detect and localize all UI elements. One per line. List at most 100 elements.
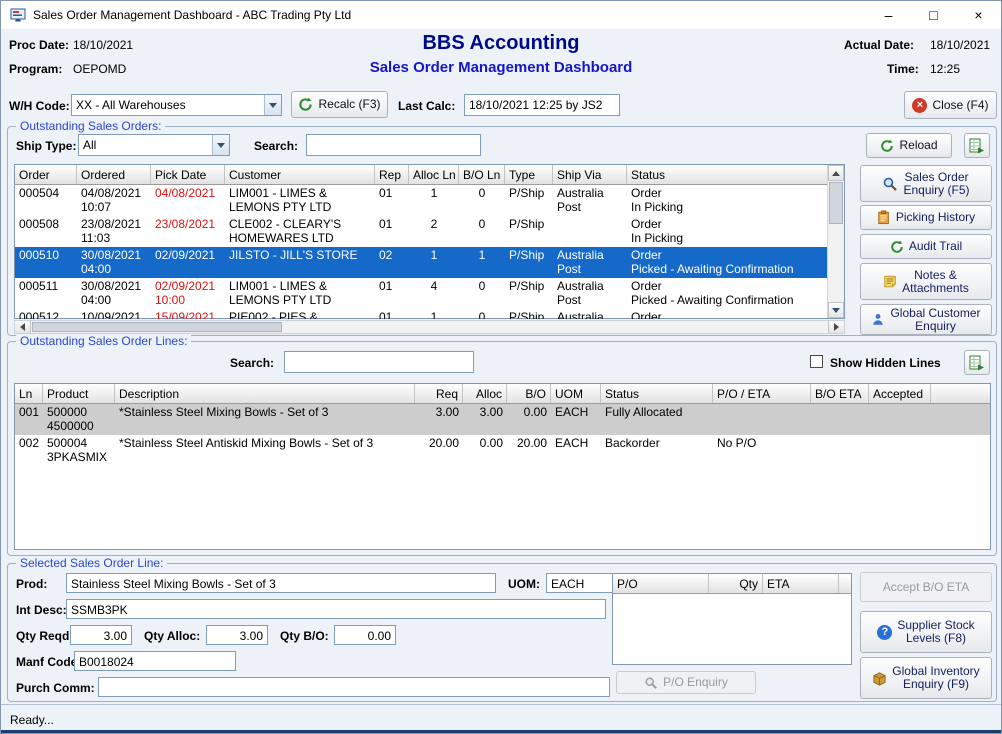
table-row[interactable]: 001500000 4500000*Stainless Steel Mixing… [15,404,990,435]
scroll-track[interactable] [828,181,844,302]
table-cell: 500000 4500000 [43,404,115,435]
table-cell: 002 [15,435,43,466]
table-row[interactable]: 00051030/08/2021 04:0002/09/2021JILSTO -… [15,247,829,278]
note-icon [883,274,897,289]
table-row[interactable]: 002500004 3PKASMIX*Stainless Steel Antis… [15,435,990,466]
column-header[interactable]: Status [601,384,713,403]
green-refresh-icon [880,139,894,153]
column-header[interactable]: Order [15,165,77,184]
column-header[interactable]: ETA [763,574,839,593]
column-header[interactable]: B/O [507,384,551,403]
int-desc-field[interactable]: SSMB3PK [66,599,606,619]
scroll-thumb[interactable] [32,322,282,332]
table-row[interactable]: 00050823/08/2021 11:0323/08/2021CLE002 -… [15,216,829,247]
purch-comm-field[interactable] [98,677,610,697]
minimize-button[interactable]: – [866,1,911,29]
table-row[interactable]: 00050404/08/2021 10:0704/08/2021LIM001 -… [15,185,829,216]
orders-vertical-scrollbar[interactable] [827,165,844,318]
column-header[interactable]: Ordered [77,165,151,184]
picking-history-button[interactable]: Picking History [860,205,992,230]
table-cell: Order Picked - Awaiting Confirmation [627,278,829,309]
button-label: Sales Order Enquiry (F5) [903,171,969,197]
table-row[interactable]: 00051130/08/2021 04:0002/09/2021 10:00LI… [15,278,829,309]
purch-comm-label: Purch Comm: [16,681,95,695]
table-row[interactable]: 00051210/09/2021 04:0015/09/2021PIE002 -… [15,309,829,319]
column-header[interactable]: Status [627,165,829,184]
button-label: P/O Enquiry [663,676,728,689]
column-header[interactable]: Alloc [463,384,507,403]
orders-search-input[interactable] [306,134,481,156]
qty-bo-field[interactable]: 0.00 [334,625,396,645]
column-header[interactable]: B/O ETA [811,384,869,403]
column-header[interactable]: Req [415,384,463,403]
notes-attachments-button[interactable]: Notes & Attachments [860,263,992,300]
scroll-thumb[interactable] [829,182,843,224]
scroll-track[interactable] [31,321,828,333]
column-header[interactable]: P/O [613,574,709,593]
column-header[interactable]: Alloc Ln [409,165,459,184]
chevron-down-icon[interactable] [212,135,229,155]
reload-button[interactable]: Reload [866,133,952,158]
ship-type-select[interactable]: All [78,134,230,156]
table-cell: 000510 [15,247,77,278]
column-header[interactable]: Pick Date [151,165,225,184]
column-header[interactable]: Rep [375,165,409,184]
po-table-body [613,594,851,664]
show-hidden-checkbox[interactable] [810,355,823,368]
uom-field[interactable]: EACH [546,573,620,593]
table-cell: 1 [409,247,459,278]
column-header[interactable]: P/O / ETA [713,384,811,403]
column-header[interactable]: Ship Via [553,165,627,184]
column-header[interactable]: B/O Ln [459,165,505,184]
orders-horizontal-scrollbar[interactable] [14,320,845,334]
close-window-button[interactable]: × [956,1,1001,29]
scroll-right-icon[interactable] [828,321,844,333]
column-header[interactable]: Type [505,165,553,184]
global-customer-enquiry-button[interactable]: Global Customer Enquiry [860,304,992,335]
audit-trail-button[interactable]: Audit Trail [860,234,992,259]
last-calc-label: Last Calc: [398,99,455,113]
lines-search-input[interactable] [284,351,474,373]
table-cell: 000508 [15,216,77,247]
qty-reqd-field[interactable]: 3.00 [70,625,132,645]
scroll-down-icon[interactable] [828,302,844,318]
recalc-label: Recalc (F3) [318,98,380,111]
manf-code-field[interactable]: B0018024 [74,651,236,671]
lines-export-button[interactable] [964,350,990,375]
chevron-down-icon[interactable] [264,95,281,115]
title-bar: Sales Order Management Dashboard - ABC T… [1,1,1001,29]
scroll-up-icon[interactable] [828,165,844,181]
supplier-stock-levels-button[interactable]: ? Supplier Stock Levels (F8) [860,611,992,653]
excel-export-icon [969,355,985,371]
global-inventory-enquiry-button[interactable]: Global Inventory Enquiry (F9) [860,657,992,699]
button-label: Global Customer Enquiry [890,307,980,333]
table-cell: 20.00 [507,435,551,466]
warehouse-select[interactable]: XX - All Warehouses [71,94,282,116]
table-cell: 2 [409,216,459,247]
status-text: Ready... [10,713,54,727]
table-cell [553,216,627,247]
column-header[interactable]: Description [115,384,415,403]
column-header[interactable]: Qty [709,574,763,593]
column-header[interactable]: Product [43,384,115,403]
prod-field[interactable]: Stainless Steel Mixing Bowls - Set of 3 [66,573,496,593]
po-enquiry-button[interactable]: P/O Enquiry [616,671,756,694]
column-header[interactable]: UOM [551,384,601,403]
column-header[interactable]: Customer [225,165,375,184]
last-calc-field: 18/10/2021 12:25 by JS2 [464,94,620,116]
app-window: Sales Order Management Dashboard - ABC T… [0,0,1002,734]
accept-bo-eta-button[interactable]: Accept B/O ETA [860,572,992,602]
maximize-button[interactable]: □ [911,1,956,29]
sales-order-enquiry-button[interactable]: Sales Order Enquiry (F5) [860,165,992,202]
column-header[interactable]: Ln [15,384,43,403]
table-cell: 23/08/2021 11:03 [77,216,151,247]
table-cell: *Stainless Steel Antiskid Mixing Bowls -… [115,435,415,466]
table-cell: 3.00 [463,404,507,435]
close-f4-button[interactable]: × Close (F4) [904,91,997,119]
qty-alloc-field[interactable]: 3.00 [206,625,268,645]
scroll-left-icon[interactable] [15,321,31,333]
orders-export-button[interactable] [964,133,990,158]
red-circle-x-icon: × [912,98,927,113]
recalc-button[interactable]: Recalc (F3) [291,91,388,118]
column-header[interactable]: Accepted [869,384,931,403]
